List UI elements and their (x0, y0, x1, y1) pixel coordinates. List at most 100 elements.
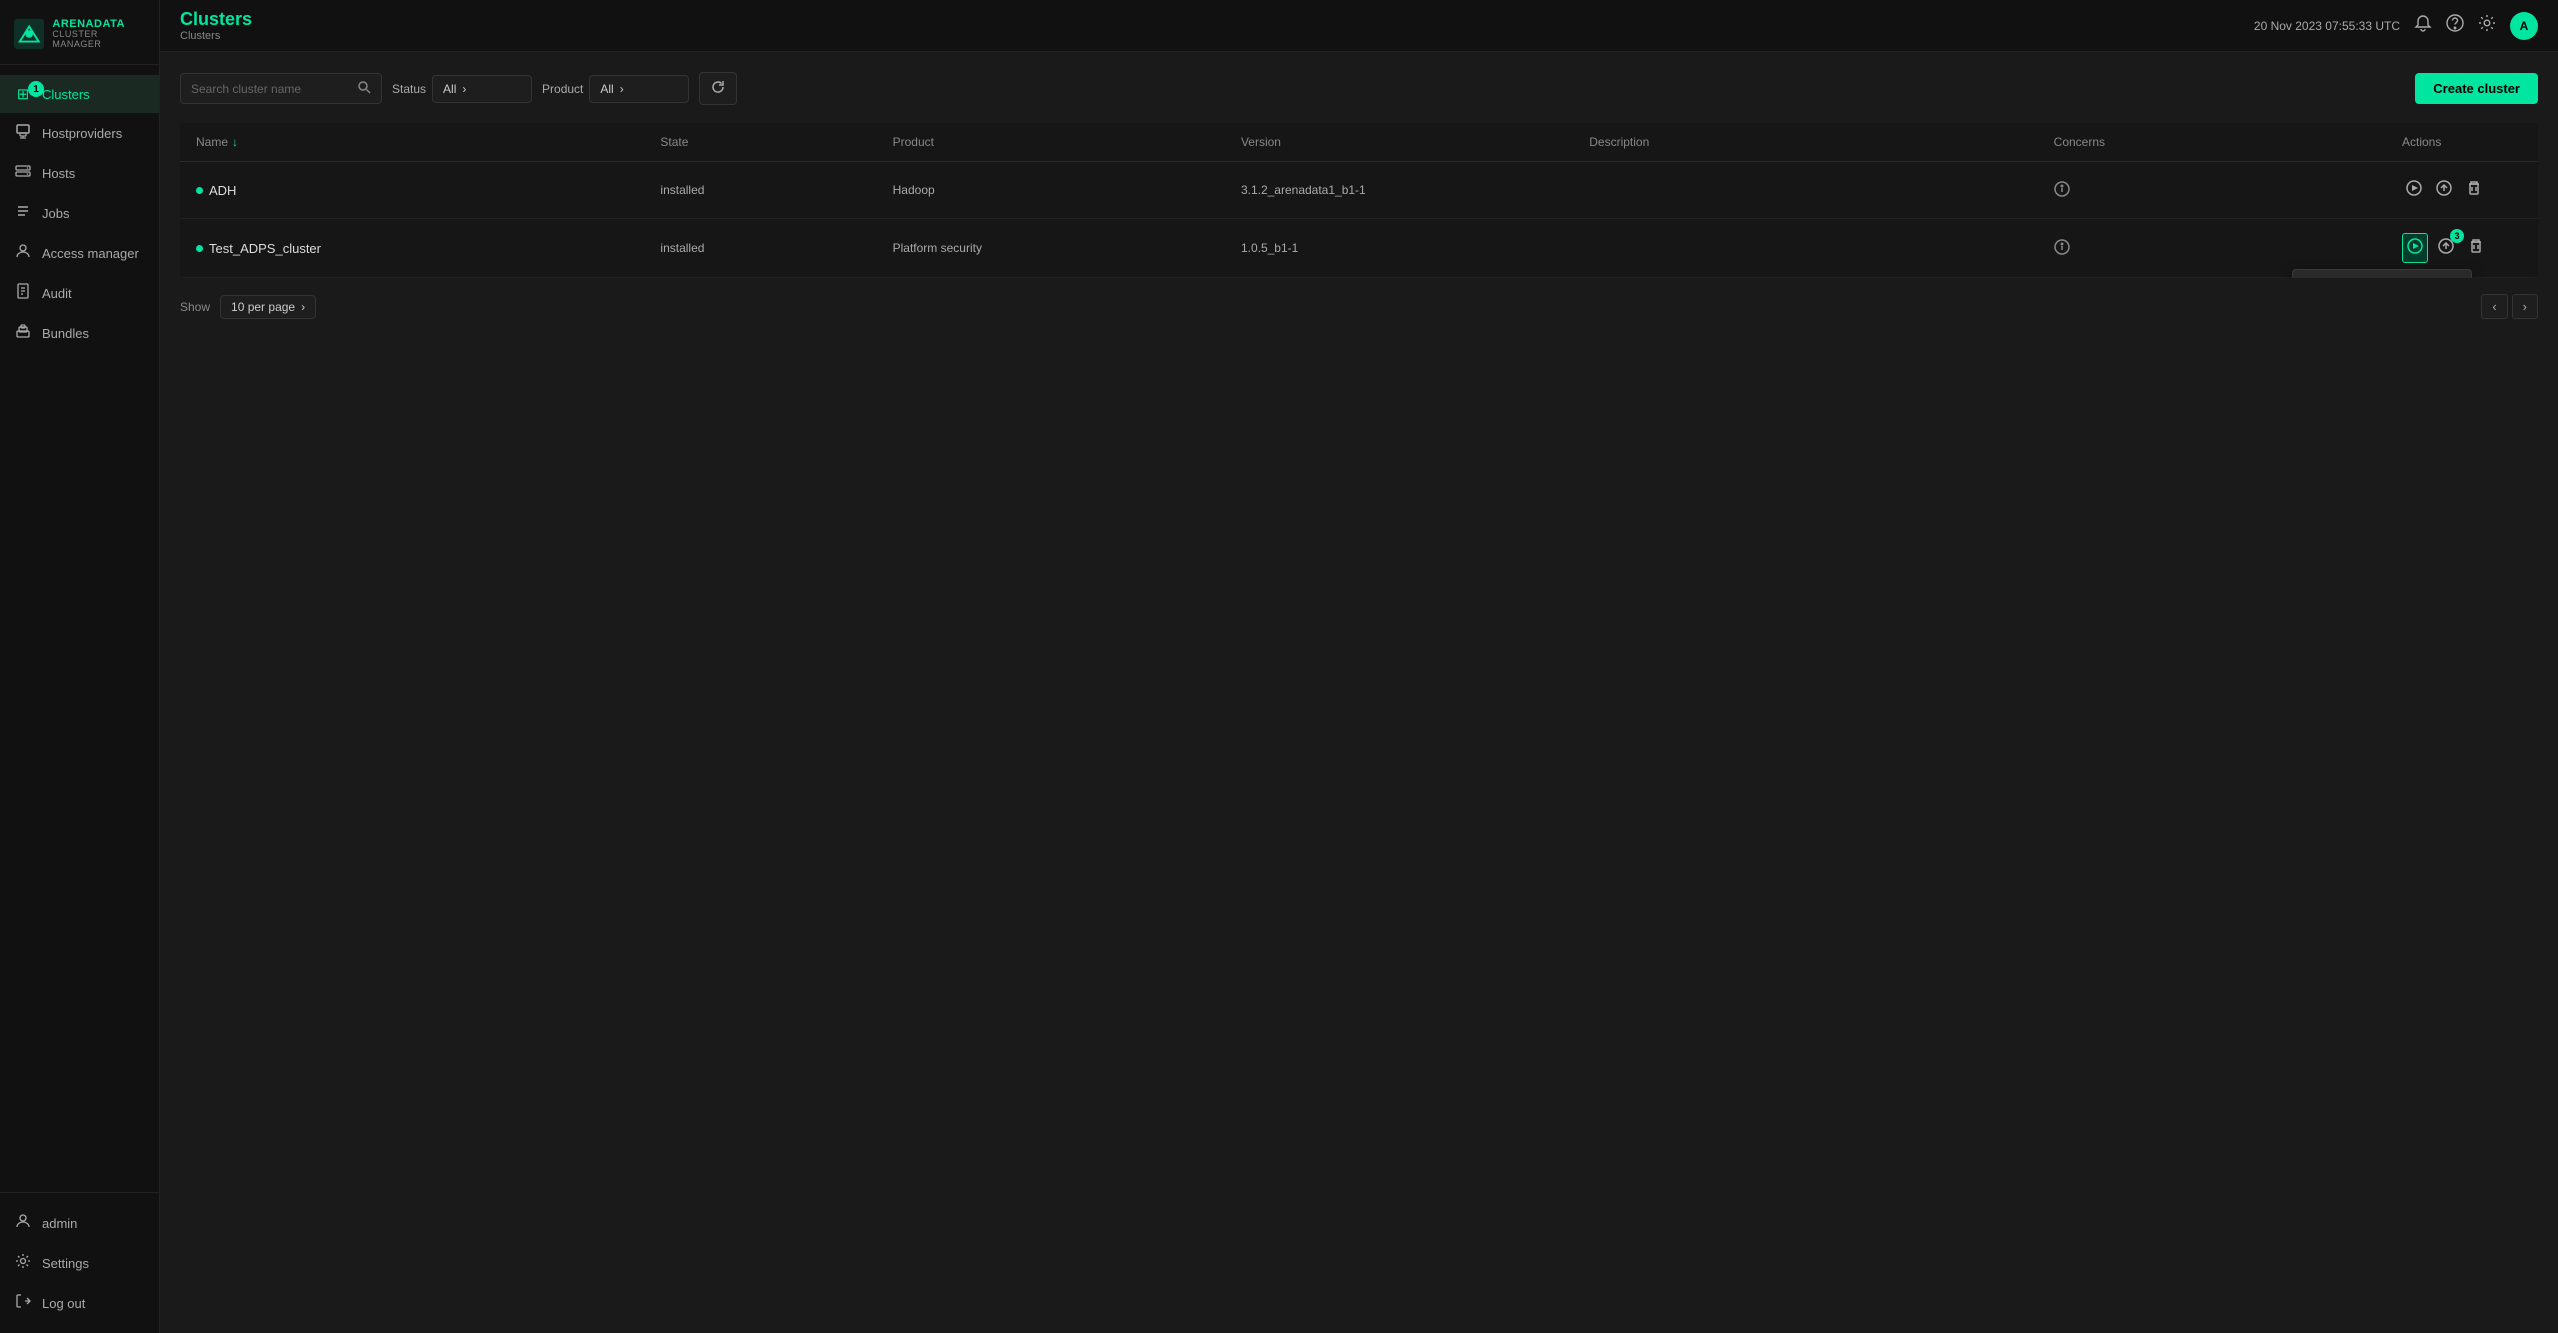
col-state-label: State (660, 135, 688, 149)
status-dot (196, 187, 203, 194)
cluster-product-adh: Hadoop (893, 183, 1241, 197)
col-product-label: Product (893, 135, 934, 149)
sidebar-item-audit[interactable]: Audit (0, 273, 159, 313)
app-subtitle: CLUSTER MANAGER (52, 30, 145, 50)
notifications-icon[interactable] (2414, 14, 2432, 37)
admin-icon (14, 1213, 32, 1233)
table-row: Test_ADPS_cluster installed Platform sec… (180, 219, 2538, 278)
col-name: Name ↓ (196, 135, 660, 149)
chevron-right-icon-2: › (620, 82, 624, 96)
cluster-name-adps: Test_ADPS_cluster (196, 241, 660, 256)
content-area: Status All › Product All › Create c (160, 52, 2558, 1333)
logo: ARENADATA CLUSTER MANAGER (0, 0, 159, 65)
run-action-button-adps[interactable] (2402, 233, 2428, 263)
cluster-name-text: ADH (209, 183, 236, 198)
sidebar-item-hosts[interactable]: Hosts (0, 153, 159, 193)
action-badge: 3 (2450, 229, 2464, 243)
app-logo (14, 18, 44, 50)
sidebar-label-hostproviders: Hostproviders (42, 126, 122, 141)
main-area: Clusters Clusters 20 Nov 2023 07:55:33 U… (160, 0, 2558, 1333)
col-state: State (660, 135, 892, 149)
info-icon[interactable] (2054, 181, 2070, 197)
cluster-product-adps: Platform security (893, 241, 1241, 255)
actions-cell-adh (2402, 176, 2522, 204)
datetime: 20 Nov 2023 07:55:33 UTC (2254, 19, 2400, 33)
product-filter-group: Product All › (542, 75, 689, 103)
audit-icon (14, 283, 32, 303)
col-product: Product (893, 135, 1241, 149)
dropdown-item-check[interactable]: Check (2293, 270, 2471, 278)
show-label: Show (180, 300, 210, 314)
col-version: Version (1241, 135, 1589, 149)
sidebar-item-access-manager[interactable]: Access manager (0, 233, 159, 273)
upgrade-button-adh[interactable] (2432, 176, 2456, 204)
search-box[interactable] (180, 73, 382, 104)
bundles-icon (14, 323, 32, 343)
help-icon[interactable] (2446, 14, 2464, 37)
sort-icon[interactable]: ↓ (232, 135, 238, 149)
col-description: Description (1589, 135, 2053, 149)
status-value: All (443, 82, 456, 96)
status-select[interactable]: All › (432, 75, 532, 103)
cluster-state-adh: installed (660, 183, 892, 197)
header-left: Clusters Clusters (180, 9, 252, 42)
sidebar-item-bundles[interactable]: Bundles (0, 313, 159, 353)
sidebar-label-hosts: Hosts (42, 166, 75, 181)
chevron-right-icon: › (462, 82, 466, 96)
col-actions: Actions (2402, 135, 2522, 149)
cluster-name-adh: ADH (196, 183, 660, 198)
info-icon-2[interactable] (2054, 239, 2070, 255)
sidebar-item-hostproviders[interactable]: Hostproviders (0, 113, 159, 153)
search-input[interactable] (191, 82, 351, 96)
status-dot-2 (196, 245, 203, 252)
create-cluster-button[interactable]: Create cluster (2415, 73, 2538, 104)
col-actions-label: Actions (2402, 135, 2441, 149)
clusters-table: Name ↓ State Product Version Description… (180, 123, 2538, 278)
logout-icon (14, 1293, 32, 1313)
jobs-icon (14, 203, 32, 223)
sidebar-label-access-manager: Access manager (42, 246, 139, 261)
sidebar-item-admin[interactable]: admin (0, 1203, 159, 1243)
next-page-button[interactable]: › (2512, 294, 2538, 319)
header: Clusters Clusters 20 Nov 2023 07:55:33 U… (160, 0, 2558, 52)
gear-icon[interactable] (2478, 14, 2496, 37)
sidebar-item-logout[interactable]: Log out (0, 1283, 159, 1323)
pagination-row: Show 10 per page › ‹ › (180, 294, 2538, 319)
cluster-state-adps: installed (660, 241, 892, 255)
breadcrumb: Clusters (180, 30, 252, 42)
refresh-button[interactable] (699, 72, 737, 105)
access-manager-icon (14, 243, 32, 263)
delete-button-adps[interactable] (2464, 234, 2488, 262)
chevron-right-icon-3: › (301, 300, 305, 314)
sidebar-item-clusters[interactable]: ⊞ Clusters 1 (0, 75, 159, 113)
sidebar-nav: ⊞ Clusters 1 Hostproviders (0, 65, 159, 1192)
run-action-button-adh[interactable] (2402, 176, 2426, 204)
cluster-concerns-adh[interactable] (2054, 181, 2402, 200)
per-page-select[interactable]: 10 per page › (220, 295, 316, 319)
col-concerns-label: Concerns (2054, 135, 2105, 149)
search-icon (357, 80, 371, 97)
actions-dropdown-menu: Check Enable SSL Manage Kerberos Reinsta… (2292, 269, 2472, 278)
avatar[interactable]: A (2510, 12, 2538, 40)
sidebar-item-jobs[interactable]: Jobs (0, 193, 159, 233)
table-row: ADH installed Hadoop 3.1.2_arenadata1_b1… (180, 162, 2538, 219)
prev-page-button[interactable]: ‹ (2481, 294, 2507, 319)
sidebar-bottom: admin Settings Log out (0, 1192, 159, 1333)
sidebar-label-admin: admin (42, 1216, 77, 1231)
sidebar-item-settings[interactable]: Settings (0, 1243, 159, 1283)
hostproviders-icon (14, 123, 32, 143)
delete-button-adh[interactable] (2462, 176, 2486, 204)
product-select[interactable]: All › (589, 75, 689, 103)
page-nav: ‹ › (2481, 294, 2538, 319)
sidebar-label-logout: Log out (42, 1296, 85, 1311)
page-title: Clusters (180, 9, 252, 30)
cluster-version-adh: 3.1.2_arenadata1_b1-1 (1241, 183, 1589, 197)
sidebar-item-label: Clusters (42, 87, 90, 102)
col-version-label: Version (1241, 135, 1281, 149)
toolbar: Status All › Product All › Create c (180, 72, 2538, 105)
status-filter-group: Status All › (392, 75, 532, 103)
cluster-concerns-adps[interactable] (2054, 239, 2402, 258)
sidebar-label-settings: Settings (42, 1256, 89, 1271)
col-concerns: Concerns (2054, 135, 2402, 149)
logo-text: ARENADATA CLUSTER MANAGER (52, 18, 145, 50)
